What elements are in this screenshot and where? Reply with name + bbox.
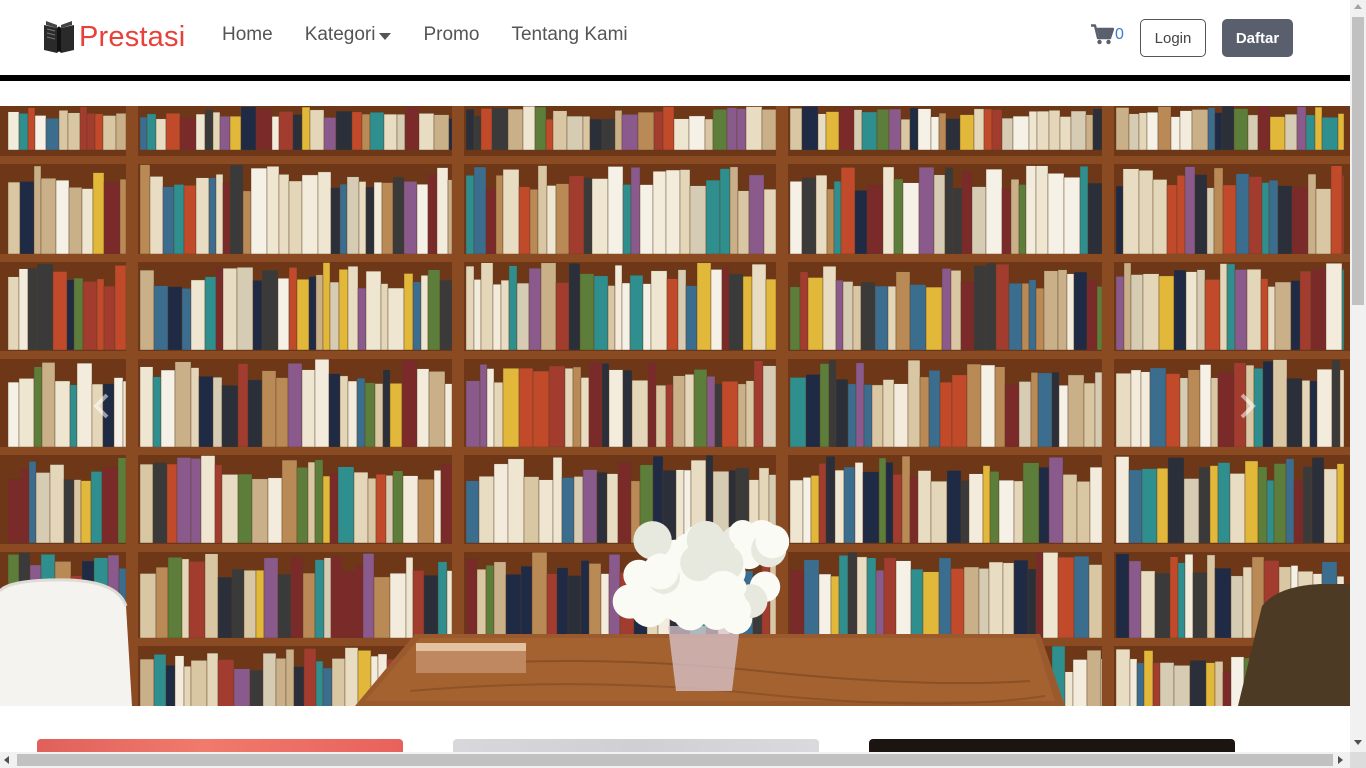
scrollbar-corner — [1350, 752, 1366, 768]
hero-carousel — [0, 106, 1350, 706]
nav-promo[interactable]: Promo — [423, 24, 479, 46]
chevron-left-icon[interactable] — [87, 391, 117, 421]
scroll-right-arrow-icon[interactable] — [1338, 756, 1343, 764]
bookshelf-image — [0, 106, 1350, 706]
nav-kategori[interactable]: Kategori — [305, 24, 392, 46]
caret-down-icon — [379, 32, 392, 40]
scroll-down-arrow-icon[interactable] — [1354, 740, 1362, 745]
book-logo-icon — [44, 21, 74, 53]
vertical-scrollbar[interactable] — [1350, 0, 1366, 752]
cart-count: 0 — [1115, 25, 1124, 43]
horizontal-scrollbar[interactable] — [0, 752, 1350, 768]
main-nav: Home Kategori Promo Tentang Kami — [222, 24, 660, 46]
brand-logo[interactable]: Prestasi — [42, 17, 185, 57]
shopping-cart-icon — [1091, 24, 1114, 45]
navbar-divider — [0, 75, 1350, 81]
nav-home[interactable]: Home — [222, 24, 273, 46]
cart-link[interactable]: 0 — [1091, 24, 1124, 45]
scroll-left-arrow-icon[interactable] — [4, 756, 9, 764]
register-button[interactable]: Daftar — [1222, 19, 1293, 57]
nav-tentang-kami[interactable]: Tentang Kami — [511, 24, 627, 46]
brand-name: Prestasi — [79, 20, 186, 53]
login-button[interactable]: Login — [1140, 19, 1206, 57]
horizontal-scroll-thumb[interactable] — [17, 754, 1333, 766]
navbar: Prestasi Home Kategori Promo Tentang Kam… — [0, 0, 1350, 76]
vertical-scroll-thumb[interactable] — [1352, 17, 1364, 305]
chevron-right-icon[interactable] — [1232, 391, 1262, 421]
nav-kategori-label: Kategori — [304, 24, 376, 45]
scroll-up-arrow-icon[interactable] — [1354, 4, 1362, 9]
